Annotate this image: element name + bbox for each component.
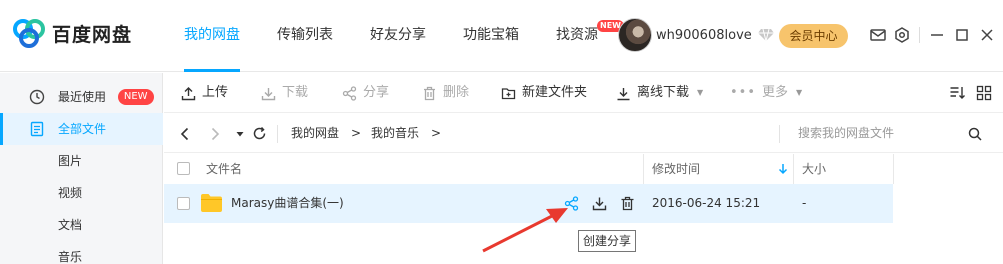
sort-icon[interactable] (949, 85, 965, 101)
more-dots-icon: ••• (730, 85, 757, 100)
vip-center-button[interactable]: 会员中心 (779, 24, 848, 48)
tab-friend-share[interactable]: 好友分享 (356, 0, 440, 72)
file-size: - (802, 196, 807, 210)
search-divider (779, 125, 780, 143)
sidebar-item-label: 文档 (58, 218, 83, 232)
tab-find-resources-label: 找资源 (556, 27, 598, 43)
download-button[interactable]: 下载 (261, 73, 308, 113)
select-all-checkbox[interactable] (177, 162, 190, 175)
column-divider (643, 154, 644, 184)
new-folder-button[interactable]: 新建文件夹 (501, 73, 587, 113)
folder-icon (201, 194, 222, 212)
sidebar-item-documents[interactable]: 文档 (0, 209, 163, 241)
tab-find-resources[interactable]: 找资源 NEW (542, 0, 624, 72)
minimize-icon[interactable] (928, 26, 946, 44)
trash-icon[interactable] (620, 196, 635, 211)
upload-label: 上传 (202, 85, 229, 100)
breadcrumb-separator: > (431, 126, 442, 140)
upload-icon (181, 86, 196, 100)
new-folder-icon (501, 87, 516, 99)
chevron-down-icon: ▼ (697, 88, 704, 97)
maximize-icon[interactable] (953, 26, 971, 44)
sidebar-item-videos[interactable]: 视频 (0, 177, 163, 209)
tab-my-netdisk[interactable]: 我的网盘 (170, 0, 254, 72)
settings-icon[interactable] (893, 26, 911, 44)
offline-download-label: 离线下载 (637, 85, 690, 100)
sidebar: 最近使用 NEW 全部文件 图片 视频 文档 音乐 (0, 73, 163, 264)
column-header-modified[interactable]: 修改时间 (652, 154, 700, 184)
file-name[interactable]: Marasy曲谱合集(一) (231, 184, 344, 223)
breadcrumb-my-netdisk[interactable]: 我的网盘 (291, 114, 339, 153)
close-icon[interactable] (978, 26, 996, 44)
sidebar-item-recent[interactable]: 最近使用 NEW (0, 81, 163, 113)
download-label: 下载 (282, 85, 309, 100)
delete-label: 删除 (443, 85, 470, 100)
more-label: 更多 (762, 85, 789, 100)
download-icon (617, 87, 630, 100)
offline-download-button[interactable]: 离线下载 ▼ (616, 73, 703, 113)
title-bar: 百度网盘 我的网盘 传输列表 好友分享 功能宝箱 找资源 NEW wh90060… (0, 0, 1003, 72)
sidebar-item-label: 音乐 (58, 250, 83, 264)
share-label: 分享 (363, 85, 390, 100)
breadcrumb-separator: > (351, 126, 362, 140)
app-name: 百度网盘 (52, 23, 133, 46)
annotation-arrow-icon (482, 208, 568, 253)
more-button[interactable]: ••• 更多 ▼ (730, 73, 802, 113)
file-modified-time: 2016-06-24 15:21 (652, 196, 761, 210)
app-logo: 百度网盘 (12, 18, 132, 48)
path-divider (277, 125, 278, 143)
toolbar: 上传 下载 分享 删除 新建文件夹 离线下载 ▼ ••• 更多 ▼ (164, 73, 1003, 113)
mail-icon[interactable] (869, 26, 887, 44)
row-checkbox[interactable] (177, 197, 190, 210)
new-badge: NEW (117, 88, 154, 105)
trash-icon (424, 86, 435, 100)
new-folder-label: 新建文件夹 (522, 85, 588, 100)
path-bar: 我的网盘 > 我的音乐 > 搜索我的网盘文件 (164, 114, 1003, 153)
main-nav: 我的网盘 传输列表 好友分享 功能宝箱 找资源 NEW (170, 0, 624, 72)
diamond-icon (757, 28, 774, 42)
column-header-name[interactable]: 文件名 (206, 154, 242, 184)
clock-icon (29, 89, 45, 105)
column-divider (893, 154, 894, 184)
download-icon (261, 87, 276, 100)
search-input[interactable]: 搜索我的网盘文件 (798, 114, 894, 153)
search-icon[interactable] (968, 127, 982, 141)
user-profile[interactable]: wh900608love (618, 18, 774, 52)
download-icon[interactable] (592, 196, 607, 211)
sidebar-item-images[interactable]: 图片 (0, 145, 163, 177)
grid-view-icon[interactable] (976, 85, 992, 101)
avatar[interactable] (618, 18, 652, 52)
column-header-size[interactable]: 大小 (802, 154, 826, 184)
sidebar-item-label: 视频 (58, 186, 83, 200)
upload-button[interactable]: 上传 (181, 73, 228, 113)
share-button[interactable]: 分享 (342, 73, 389, 113)
document-icon (30, 121, 44, 137)
sidebar-item-label: 最近使用 (58, 90, 107, 104)
file-table-header: 文件名 修改时间 大小 (164, 154, 893, 184)
breadcrumb-my-music[interactable]: 我的音乐 (371, 114, 419, 153)
sidebar-item-music[interactable]: 音乐 (0, 241, 163, 264)
sidebar-item-all-files[interactable]: 全部文件 (0, 113, 163, 145)
delete-button[interactable]: 删除 (422, 73, 469, 113)
tab-transfer-list[interactable]: 传输列表 (263, 0, 347, 72)
refresh-icon[interactable] (252, 126, 267, 141)
share-icon (342, 85, 357, 101)
column-divider (793, 154, 794, 184)
chevron-down-icon: ▼ (796, 88, 803, 97)
dropdown-caret-icon[interactable] (236, 130, 244, 138)
tab-toolbox[interactable]: 功能宝箱 (449, 0, 533, 72)
forward-arrow-icon[interactable] (209, 127, 221, 141)
sort-desc-arrow-icon (778, 164, 788, 175)
back-arrow-icon[interactable] (179, 127, 191, 141)
titlebar-divider (919, 27, 920, 43)
username: wh900608love (656, 27, 752, 43)
tooltip: 创建分享 (578, 230, 637, 252)
baidu-netdisk-logo-icon (13, 19, 45, 48)
sidebar-item-label: 全部文件 (58, 122, 107, 136)
sidebar-item-label: 图片 (58, 154, 83, 168)
